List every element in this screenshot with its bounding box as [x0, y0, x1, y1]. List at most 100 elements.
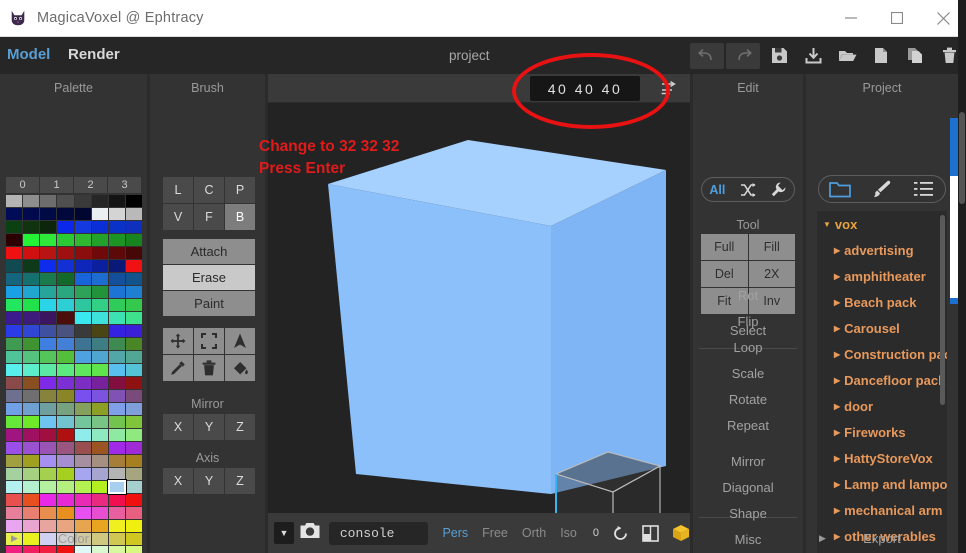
palette-swatch[interactable]: [23, 273, 39, 285]
palette-swatch[interactable]: [75, 494, 91, 506]
palette-swatch[interactable]: [126, 351, 142, 363]
palette-swatch[interactable]: [75, 429, 91, 441]
palette-swatch[interactable]: [57, 377, 73, 389]
export-section-row[interactable]: ▶ Export: [806, 527, 958, 549]
palette-swatch[interactable]: [109, 364, 125, 376]
page-scrollbar[interactable]: [958, 0, 966, 553]
edit-op-rotate[interactable]: Rotate: [693, 392, 803, 407]
palette-swatch[interactable]: [75, 273, 91, 285]
palette-swatch[interactable]: [126, 494, 142, 506]
axis-y[interactable]: Y: [194, 468, 224, 494]
palette-swatch[interactable]: [6, 390, 22, 402]
palette-swatch[interactable]: [92, 325, 108, 337]
brush-mode-v[interactable]: V: [163, 204, 193, 230]
palette-swatch[interactable]: [109, 195, 125, 207]
palette-swatch[interactable]: [40, 364, 56, 376]
brush-action-attach[interactable]: Attach: [163, 239, 255, 264]
palette-swatch[interactable]: [23, 377, 39, 389]
palette-swatch[interactable]: [57, 481, 73, 493]
palette-swatch[interactable]: [75, 260, 91, 272]
palette-swatch[interactable]: [75, 221, 91, 233]
palette-swatch[interactable]: [57, 494, 73, 506]
palette-swatch[interactable]: [6, 442, 22, 454]
tree-item[interactable]: ▶mechanical arm: [817, 497, 947, 523]
palette-swatch[interactable]: [92, 494, 108, 506]
palette-swatch[interactable]: [6, 507, 22, 519]
palette-swatch[interactable]: [57, 507, 73, 519]
palette-swatch[interactable]: [92, 455, 108, 467]
palette-swatch[interactable]: [126, 299, 142, 311]
palette-swatch[interactable]: [92, 403, 108, 415]
page-scrollbar-thumb[interactable]: [959, 112, 965, 204]
palette-swatch[interactable]: [92, 299, 108, 311]
palette-swatch[interactable]: [23, 234, 39, 246]
palette-swatch[interactable]: [6, 468, 22, 480]
console-input[interactable]: console: [329, 522, 429, 545]
palette-swatch[interactable]: [57, 416, 73, 428]
palette-grid[interactable]: [6, 195, 142, 553]
palette-swatch[interactable]: [40, 299, 56, 311]
brush-action-buttons[interactable]: AttachErasePaint: [163, 239, 255, 316]
palette-swatch[interactable]: [23, 195, 39, 207]
palette-swatch[interactable]: [75, 234, 91, 246]
palette-swatch[interactable]: [75, 507, 91, 519]
palette-swatch[interactable]: [126, 312, 142, 324]
view-dropdown-button[interactable]: ▼: [274, 522, 294, 544]
palette-swatch[interactable]: [126, 364, 142, 376]
tree-item[interactable]: ▶amphitheater: [817, 263, 947, 289]
palette-swatch[interactable]: [6, 208, 22, 220]
palette-swatch[interactable]: [126, 208, 142, 220]
palette-swatch[interactable]: [109, 494, 125, 506]
palette-swatch[interactable]: [126, 416, 142, 428]
palette-swatch[interactable]: [6, 273, 22, 285]
maximize-button[interactable]: [874, 0, 920, 37]
edit-op-shape[interactable]: Shape: [693, 506, 803, 521]
axis-buttons[interactable]: XYZ: [163, 468, 255, 494]
palette-swatch[interactable]: [92, 221, 108, 233]
palette-swatch[interactable]: [23, 312, 39, 324]
palette-swatch[interactable]: [40, 390, 56, 402]
palette-swatch[interactable]: [6, 221, 22, 233]
palette-swatch[interactable]: [40, 351, 56, 363]
palette-swatch[interactable]: [57, 286, 73, 298]
cube-view-button[interactable]: [672, 524, 690, 542]
paint-bucket-button[interactable]: [225, 355, 255, 381]
palette-swatch[interactable]: [92, 273, 108, 285]
palette-swatch[interactable]: [40, 273, 56, 285]
palette-swatch[interactable]: [57, 325, 73, 337]
palette-swatch[interactable]: [6, 403, 22, 415]
brush-mode-buttons[interactable]: LCPVFB: [163, 177, 255, 230]
brush-action-paint[interactable]: Paint: [163, 291, 255, 316]
palette-swatch[interactable]: [109, 442, 125, 454]
palette-swatch[interactable]: [6, 364, 22, 376]
palette-swatch[interactable]: [40, 429, 56, 441]
palette-swatch[interactable]: [23, 299, 39, 311]
palette-swatch[interactable]: [23, 351, 39, 363]
palette-swatch[interactable]: [23, 416, 39, 428]
palette-swatch[interactable]: [126, 507, 142, 519]
palette-swatch[interactable]: [92, 351, 108, 363]
palette-swatch[interactable]: [92, 481, 108, 493]
palette-swatch[interactable]: [92, 416, 108, 428]
brush-tool-icons[interactable]: [163, 328, 255, 381]
palette-swatch[interactable]: [75, 195, 91, 207]
minimize-button[interactable]: [828, 0, 874, 37]
palette-swatch[interactable]: [75, 351, 91, 363]
projection-orth[interactable]: Orth: [522, 526, 546, 540]
brush-view-button[interactable]: [861, 180, 903, 198]
edit-op-flip[interactable]: Flip: [693, 314, 803, 329]
redo-button[interactable]: [726, 43, 760, 69]
palette-swatch[interactable]: [23, 481, 39, 493]
palette-swatch[interactable]: [92, 429, 108, 441]
palette-swatch[interactable]: [57, 221, 73, 233]
palette-swatch[interactable]: [57, 351, 73, 363]
palette-swatch[interactable]: [109, 455, 125, 467]
palette-swatch[interactable]: [40, 286, 56, 298]
palette-swatch[interactable]: [6, 247, 22, 259]
palette-swatch[interactable]: [109, 221, 125, 233]
list-view-button[interactable]: [903, 181, 945, 197]
palette-swatch[interactable]: [40, 481, 56, 493]
palette-swatch[interactable]: [75, 403, 91, 415]
palette-swatch[interactable]: [40, 468, 56, 480]
axis-z[interactable]: Z: [225, 468, 255, 494]
